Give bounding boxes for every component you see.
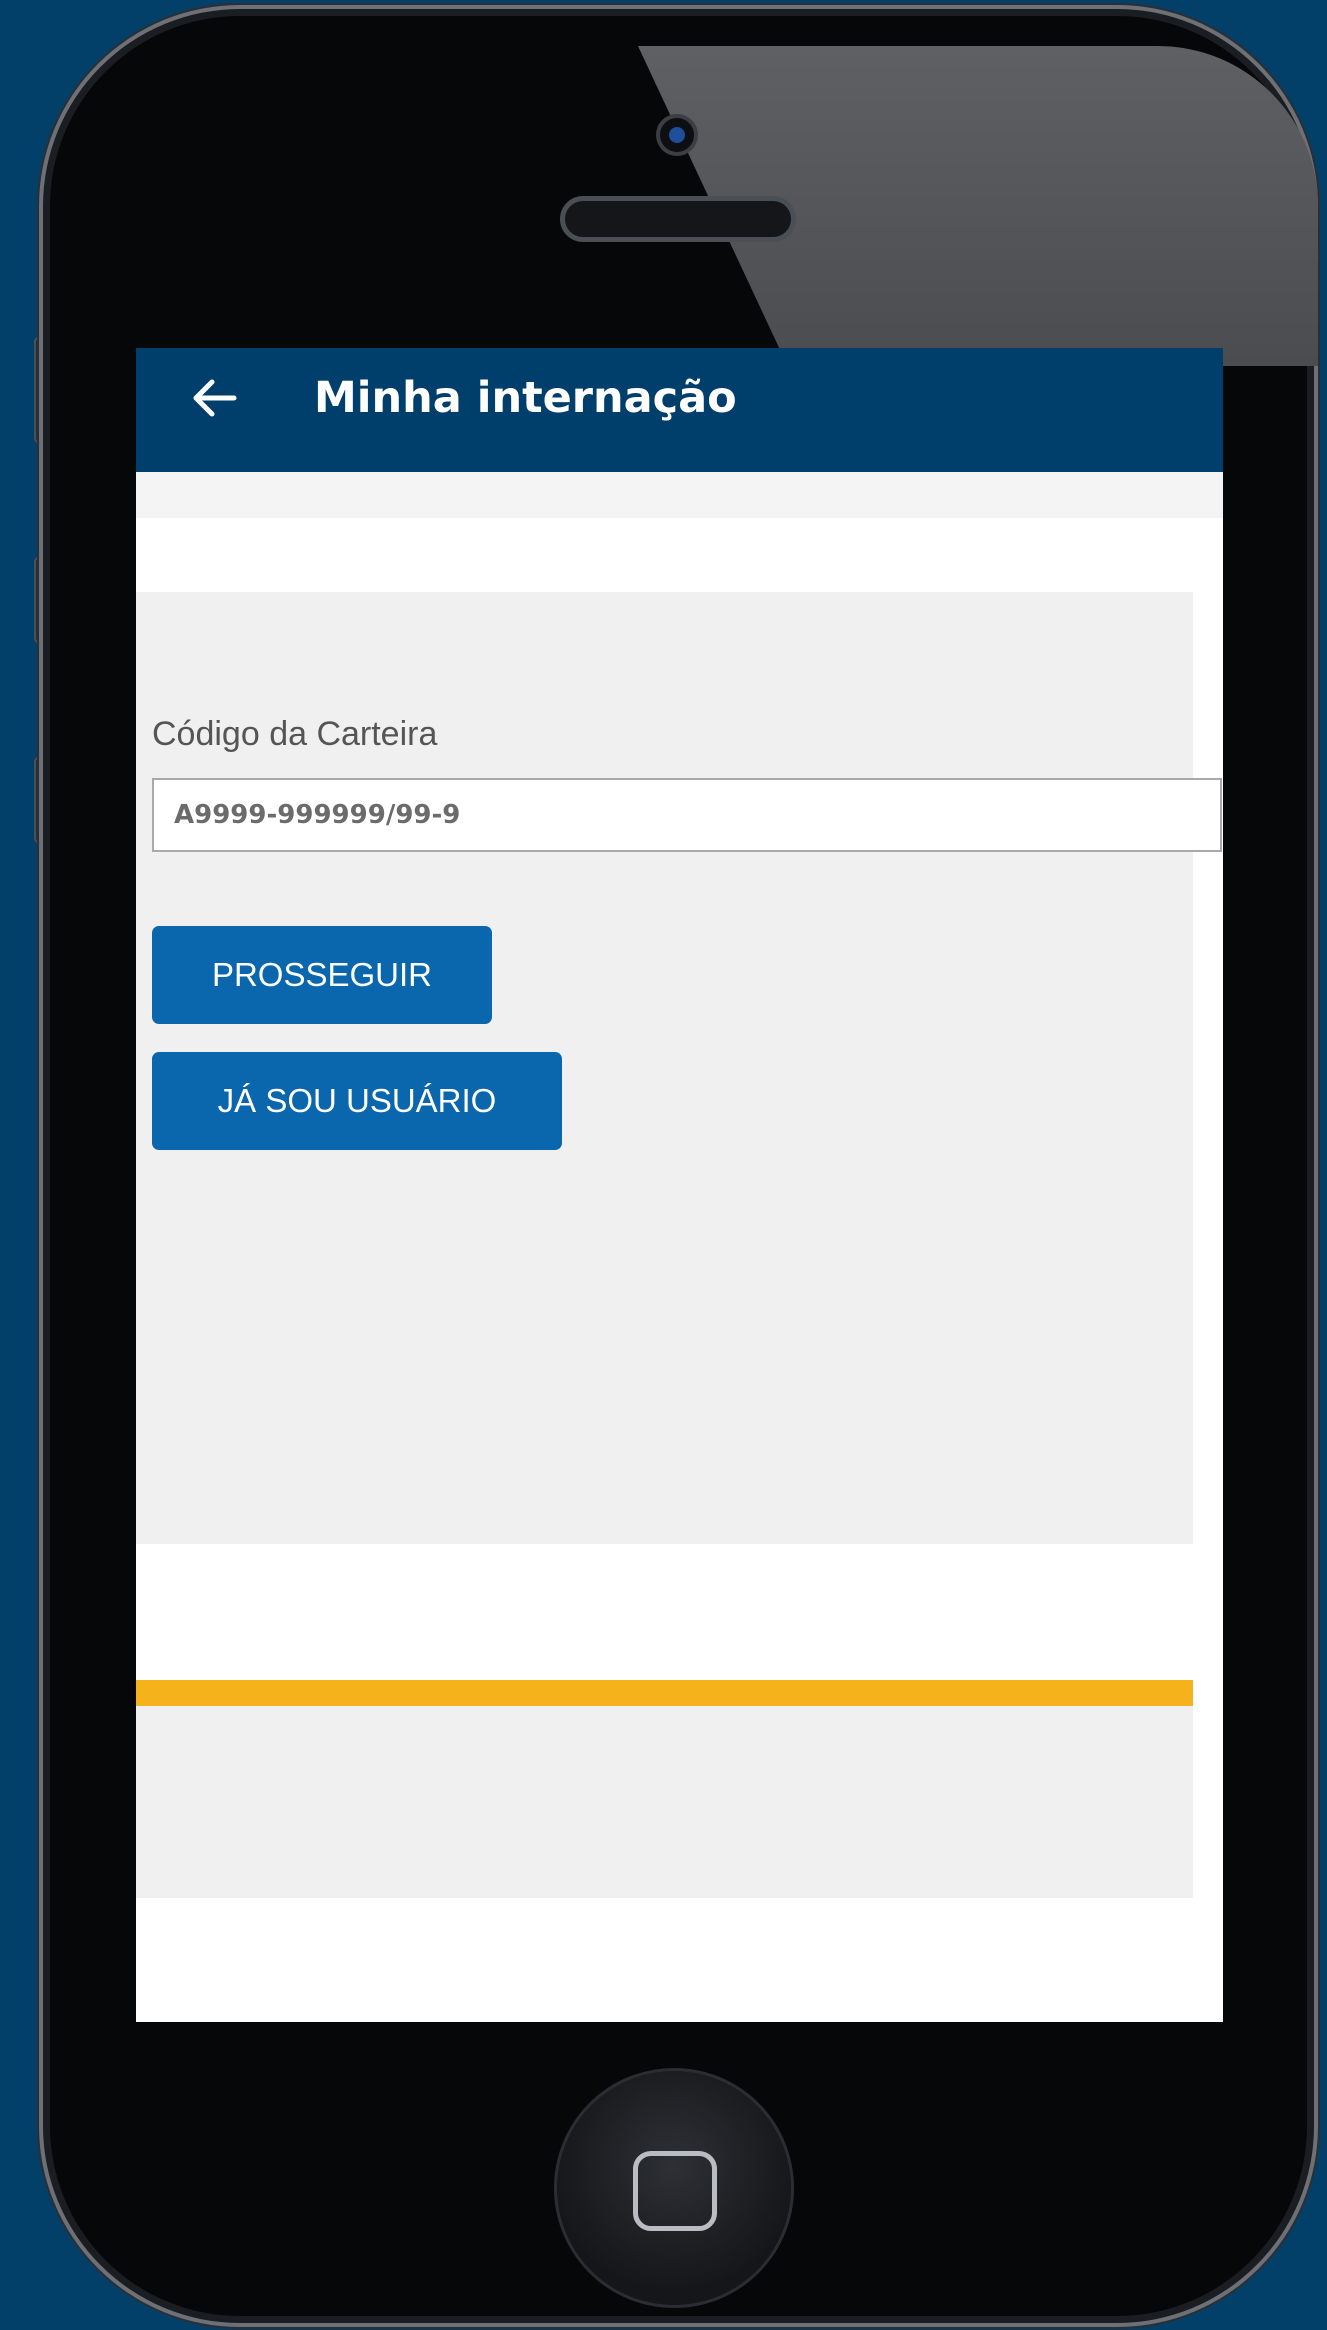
- card-code-label: Código da Carteira: [152, 715, 438, 753]
- earpiece-speaker: [560, 196, 796, 242]
- page-title: Minha internação: [314, 373, 737, 423]
- phone-screen: Minha internação Código da Carteira PROS…: [136, 348, 1223, 2022]
- card-code-input[interactable]: [152, 778, 1222, 852]
- home-button: [554, 2068, 794, 2308]
- background: Minha internação Código da Carteira PROS…: [0, 0, 1327, 2330]
- footer-panel: [136, 1706, 1193, 1898]
- sub-header-strip: [136, 472, 1223, 518]
- accent-divider: [136, 1680, 1193, 1706]
- app-bar: Minha internação: [136, 348, 1223, 472]
- arrow-left-icon[interactable]: [186, 370, 242, 426]
- proceed-button[interactable]: PROSSEGUIR: [152, 926, 492, 1024]
- existing-user-button[interactable]: JÁ SOU USUÁRIO: [152, 1052, 562, 1150]
- home-square-icon: [633, 2151, 717, 2231]
- front-camera: [656, 114, 698, 156]
